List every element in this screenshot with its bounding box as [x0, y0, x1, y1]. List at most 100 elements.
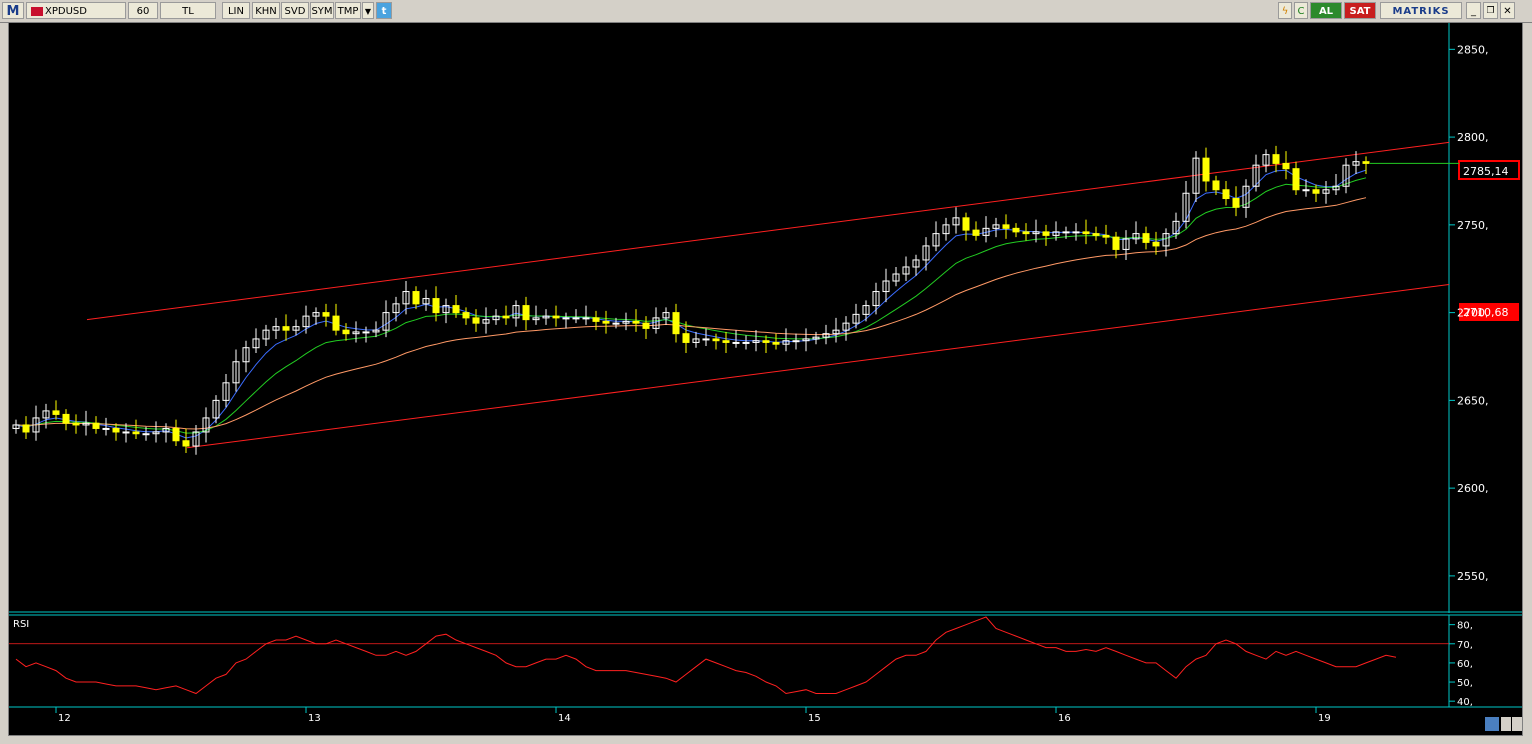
candle-down — [1002, 224, 1010, 229]
candle-down — [1272, 154, 1280, 164]
last-price-label: 2785,14 — [1463, 165, 1509, 178]
buy-button[interactable]: AL — [1310, 2, 1342, 19]
candle-down — [682, 333, 690, 343]
candle-down — [1222, 189, 1230, 200]
candle-down — [1212, 180, 1220, 191]
candle-down — [712, 338, 720, 342]
candle-down — [522, 305, 530, 321]
price-tick-label: 2600, — [1457, 482, 1489, 495]
candle-down — [1292, 168, 1300, 191]
candle-down — [762, 340, 770, 343]
twitter-icon[interactable]: t — [376, 2, 392, 19]
scroll-left-icon[interactable] — [1501, 717, 1511, 731]
tmp-button[interactable]: TMP — [335, 2, 361, 19]
candle-down — [772, 341, 780, 345]
app-logo[interactable]: M — [2, 2, 24, 19]
candle-down — [432, 298, 440, 314]
close-icon[interactable]: ✕ — [1500, 2, 1515, 19]
svd-button[interactable]: SVD — [281, 2, 309, 19]
candle-down — [1282, 162, 1290, 170]
candle-down — [452, 305, 460, 314]
rsi-tick-label: 60, — [1457, 659, 1473, 670]
candle-down — [342, 329, 350, 335]
refresh-icon[interactable]: C — [1294, 2, 1308, 19]
restore-icon[interactable]: ❐ — [1483, 2, 1498, 19]
candle-down — [1112, 236, 1120, 250]
candle-down — [962, 217, 970, 231]
rsi-tick-label: 80, — [1457, 621, 1473, 632]
date-tick-label: 13 — [308, 713, 321, 724]
candle-down — [412, 291, 420, 305]
price-tick-label: 2550, — [1457, 570, 1489, 583]
candle-up — [1072, 231, 1080, 234]
candle-down — [92, 422, 100, 429]
candle-down — [1092, 233, 1100, 236]
price-chart[interactable]: RSI 2785,14 2710,68 2850,2800,2750,2700,… — [9, 23, 1522, 735]
date-tick-label: 14 — [558, 713, 571, 724]
price-tick-label: 2800, — [1457, 131, 1489, 144]
khn-button[interactable]: KHN — [252, 2, 280, 19]
symbol-field[interactable]: XPDUSD — [26, 2, 126, 19]
price-tick-label: 2700, — [1457, 307, 1489, 320]
candle-up — [562, 317, 570, 320]
candle-up — [702, 338, 710, 341]
candle-down — [1102, 234, 1110, 238]
scroll-navigator[interactable] — [1485, 717, 1522, 731]
minimize-icon[interactable]: _ — [1466, 2, 1481, 19]
lightning-icon[interactable]: ϟ — [1278, 2, 1292, 19]
candle-down — [132, 431, 140, 435]
candle-down — [502, 315, 510, 319]
candle-down — [602, 320, 610, 324]
candle-up — [142, 433, 150, 436]
candle-down — [1012, 227, 1020, 233]
candle-down — [1232, 198, 1240, 208]
rsi-tick-label: 50, — [1457, 678, 1473, 689]
chart-frame: RSI 2785,14 2710,68 2850, 2800, 2750, 2700,… — [8, 22, 1523, 736]
candle-down — [52, 410, 60, 415]
price-tick-label: 2750, — [1457, 219, 1489, 232]
candle-down — [632, 320, 640, 324]
candle-up — [362, 331, 370, 334]
candle-down — [112, 427, 120, 433]
candle-down — [72, 422, 80, 426]
candle-down — [62, 413, 70, 424]
rsi-title: RSI — [13, 619, 29, 630]
candle-up — [572, 317, 580, 320]
candle-up — [102, 427, 110, 430]
candle-down — [1362, 161, 1370, 164]
flag-icon — [31, 6, 43, 16]
candle-up — [122, 431, 130, 434]
interval-button[interactable]: 60 — [128, 2, 158, 19]
candle-down — [1152, 241, 1160, 247]
candle-up — [732, 341, 740, 344]
price-tick-label: 2850, — [1457, 43, 1489, 56]
candle-down — [1042, 231, 1050, 236]
candle-down — [642, 322, 650, 329]
candle-down — [22, 424, 30, 433]
dropdown-icon[interactable]: ▼ — [362, 2, 374, 19]
currency-button[interactable]: TL — [160, 2, 216, 19]
candle-up — [742, 341, 750, 344]
candle-up — [792, 340, 800, 343]
date-tick-label: 12 — [58, 713, 71, 724]
sell-button[interactable]: SAT — [1344, 2, 1376, 19]
chart-toolbar: M XPDUSD 60 TL LIN KHN SVD SYM TMP ▼ t ϟ… — [0, 0, 1532, 23]
candle-down — [1312, 189, 1320, 194]
candle-down — [182, 440, 190, 447]
candle-up — [582, 317, 590, 320]
sync-icon[interactable] — [1485, 717, 1499, 731]
candle-up — [1302, 189, 1310, 192]
scroll-right-icon[interactable] — [1512, 717, 1522, 731]
candle-down — [972, 229, 980, 236]
candle-down — [1202, 157, 1210, 182]
candle-down — [172, 427, 180, 442]
candle-down — [332, 315, 340, 331]
date-tick-label: 19 — [1318, 713, 1331, 724]
candle-down — [472, 317, 480, 324]
rsi-tick-label: 70, — [1457, 640, 1473, 651]
sym-button[interactable]: SYM — [310, 2, 334, 19]
candle-up — [612, 322, 620, 325]
scale-button[interactable]: LIN — [222, 2, 250, 19]
candle-down — [672, 312, 680, 335]
symbol-label: XPDUSD — [45, 6, 87, 17]
